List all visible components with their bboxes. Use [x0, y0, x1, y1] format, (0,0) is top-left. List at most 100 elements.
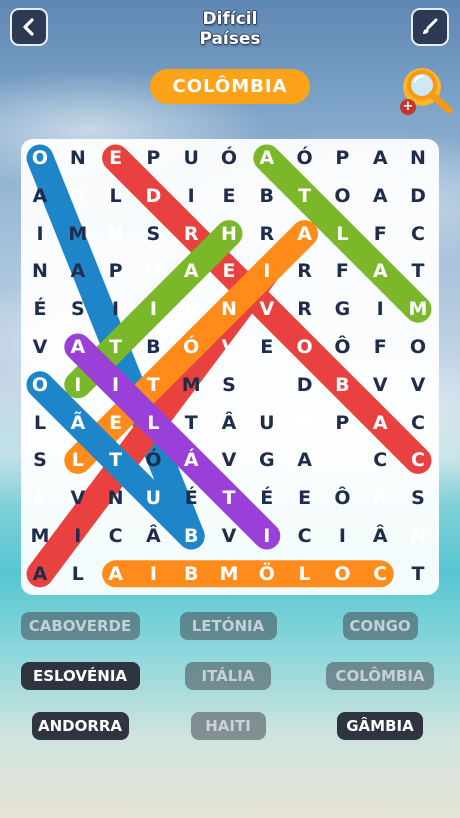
- grid-cell[interactable]: I: [248, 517, 286, 555]
- hint-button[interactable]: +: [397, 63, 459, 117]
- grid-cell[interactable]: C: [97, 517, 135, 555]
- grid-cell[interactable]: O: [134, 252, 172, 290]
- grid-cell[interactable]: L: [134, 404, 172, 442]
- grid-cell[interactable]: C: [399, 215, 437, 253]
- grid-cell[interactable]: V: [21, 328, 59, 366]
- grid-cell[interactable]: M: [210, 555, 248, 593]
- grid-cell[interactable]: R: [361, 479, 399, 517]
- grid-cell[interactable]: Ó: [210, 139, 248, 177]
- grid-cell[interactable]: I: [361, 290, 399, 328]
- grid-cell[interactable]: A: [361, 404, 399, 442]
- grid-cell[interactable]: V: [361, 366, 399, 404]
- grid-cell[interactable]: N: [210, 290, 248, 328]
- brush-button[interactable]: [411, 8, 449, 46]
- grid-cell[interactable]: M: [21, 517, 59, 555]
- grid-cell[interactable]: O: [323, 555, 361, 593]
- grid-cell[interactable]: A: [286, 441, 324, 479]
- grid-cell[interactable]: A: [361, 177, 399, 215]
- grid-cell[interactable]: T: [172, 404, 210, 442]
- grid-cell[interactable]: C: [361, 441, 399, 479]
- grid-cell[interactable]: R: [286, 290, 324, 328]
- grid-cell[interactable]: O: [21, 139, 59, 177]
- grid-cell[interactable]: C: [286, 517, 324, 555]
- grid-cell[interactable]: V: [210, 517, 248, 555]
- grid-cell[interactable]: L: [97, 177, 135, 215]
- grid-cell[interactable]: Â: [210, 404, 248, 442]
- grid-cell[interactable]: N: [21, 252, 59, 290]
- grid-cell[interactable]: É: [172, 479, 210, 517]
- grid-cell[interactable]: A: [21, 555, 59, 593]
- grid-cell[interactable]: Ó: [172, 328, 210, 366]
- grid-cell[interactable]: P: [134, 139, 172, 177]
- grid-cell[interactable]: P: [323, 139, 361, 177]
- grid-cell[interactable]: L: [323, 215, 361, 253]
- grid-cell[interactable]: Ó: [286, 139, 324, 177]
- grid-cell[interactable]: L: [59, 441, 97, 479]
- grid-cell[interactable]: T: [286, 177, 324, 215]
- grid-cell[interactable]: N: [286, 404, 324, 442]
- grid-cell[interactable]: C: [361, 555, 399, 593]
- grid-cell[interactable]: Ã: [59, 404, 97, 442]
- grid-cell[interactable]: I: [323, 517, 361, 555]
- grid-cell[interactable]: V: [210, 328, 248, 366]
- grid-cell[interactable]: Ô: [323, 479, 361, 517]
- grid-cell[interactable]: O: [286, 328, 324, 366]
- grid-cell[interactable]: Ô: [323, 328, 361, 366]
- grid-cell[interactable]: T: [210, 479, 248, 517]
- grid-cell[interactable]: B: [172, 517, 210, 555]
- grid-cell[interactable]: L: [286, 555, 324, 593]
- grid-cell[interactable]: T: [134, 366, 172, 404]
- grid-cell[interactable]: A: [248, 139, 286, 177]
- grid-cell[interactable]: P: [97, 252, 135, 290]
- grid-cell[interactable]: G: [248, 441, 286, 479]
- grid-cell[interactable]: F: [361, 215, 399, 253]
- grid-cell[interactable]: U: [248, 404, 286, 442]
- grid-cell[interactable]: A: [361, 139, 399, 177]
- grid-cell[interactable]: B: [134, 328, 172, 366]
- grid-cell[interactable]: L: [59, 555, 97, 593]
- grid-cell[interactable]: E: [97, 404, 135, 442]
- grid-cell[interactable]: O: [323, 177, 361, 215]
- grid-cell[interactable]: A: [361, 252, 399, 290]
- grid-cell[interactable]: L: [21, 404, 59, 442]
- grid-cell[interactable]: U: [134, 479, 172, 517]
- grid-cell[interactable]: S: [59, 290, 97, 328]
- grid-cell[interactable]: I: [97, 290, 135, 328]
- grid-cell[interactable]: V: [248, 290, 286, 328]
- grid-cell[interactable]: E: [210, 177, 248, 215]
- grid-cell[interactable]: N: [97, 215, 135, 253]
- grid-cell[interactable]: T: [399, 555, 437, 593]
- grid-cell[interactable]: D: [134, 177, 172, 215]
- grid-cell[interactable]: B: [248, 177, 286, 215]
- grid-cell[interactable]: M: [172, 366, 210, 404]
- grid-cell[interactable]: C: [399, 404, 437, 442]
- grid-cell[interactable]: B: [172, 555, 210, 593]
- grid-cell[interactable]: E: [97, 139, 135, 177]
- grid-cell[interactable]: R: [172, 215, 210, 253]
- grid-cell[interactable]: I: [97, 366, 135, 404]
- grid-cell[interactable]: I: [172, 177, 210, 215]
- letter-grid[interactable]: ONEPUÓAÓPANAGLDIEBTOADIMNSRHRALFCNAPOAEI…: [21, 139, 439, 595]
- grid-cell[interactable]: E: [286, 479, 324, 517]
- grid-cell[interactable]: F: [361, 328, 399, 366]
- grid-cell[interactable]: Á: [172, 441, 210, 479]
- grid-cell[interactable]: A: [286, 215, 324, 253]
- grid-cell[interactable]: I: [59, 366, 97, 404]
- grid-cell[interactable]: O: [399, 328, 437, 366]
- grid-cell[interactable]: I: [248, 252, 286, 290]
- grid-cell[interactable]: Ó: [134, 441, 172, 479]
- grid-cell[interactable]: T: [399, 252, 437, 290]
- grid-cell[interactable]: S: [210, 366, 248, 404]
- grid-cell[interactable]: G: [59, 177, 97, 215]
- grid-cell[interactable]: I: [134, 290, 172, 328]
- grid-cell[interactable]: S: [399, 479, 437, 517]
- grid-cell[interactable]: D: [286, 366, 324, 404]
- grid-cell[interactable]: É: [21, 290, 59, 328]
- grid-cell[interactable]: N: [59, 139, 97, 177]
- grid-cell[interactable]: Â: [323, 441, 361, 479]
- grid-cell[interactable]: T: [97, 441, 135, 479]
- grid-cell[interactable]: E: [210, 252, 248, 290]
- grid-cell[interactable]: R: [248, 215, 286, 253]
- grid-cell[interactable]: D: [399, 177, 437, 215]
- grid-cell[interactable]: S: [134, 215, 172, 253]
